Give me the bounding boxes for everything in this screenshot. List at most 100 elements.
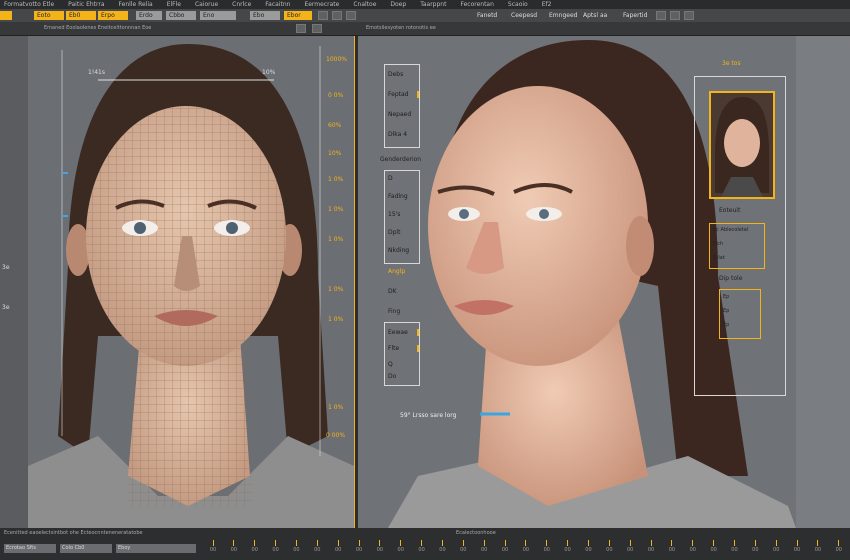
timeline-tick[interactable]: 00 bbox=[227, 540, 241, 560]
thumb-item-1[interactable]: Flch bbox=[713, 241, 723, 247]
maximize-icon[interactable] bbox=[312, 24, 322, 33]
panel-c-item-2[interactable]: Q bbox=[385, 361, 419, 368]
timeline-tick[interactable]: 00 bbox=[748, 540, 762, 560]
panel-a-item-3[interactable]: Dlka 4 bbox=[385, 131, 419, 138]
menu-item-9[interactable]: Doep bbox=[390, 0, 406, 9]
timeline-tick[interactable]: 00 bbox=[561, 540, 575, 560]
aspect-item-1[interactable]: Fing bbox=[388, 308, 400, 315]
timeline-tick[interactable]: 00 bbox=[477, 540, 491, 560]
timeline-tick[interactable]: 00 bbox=[331, 540, 345, 560]
panel-b-item-0[interactable]: D bbox=[385, 175, 419, 182]
timeline-ticks[interactable]: 00 00 00 00 00 00 00 00 00 00 00 00 00 00 00 00 00 00 00 00… bbox=[206, 540, 846, 560]
menu-item-2[interactable]: Fenlle Relia bbox=[119, 0, 153, 9]
timeline-tick[interactable]: 00 bbox=[289, 540, 303, 560]
timeline-tick[interactable]: 00 bbox=[435, 540, 449, 560]
timeline-tick[interactable]: 00 bbox=[832, 540, 846, 560]
timeline-tick[interactable]: 00 bbox=[686, 540, 700, 560]
timeline-tick[interactable]: 00 bbox=[248, 540, 262, 560]
timeline-tick[interactable]: 00 bbox=[352, 540, 366, 560]
toolbar-label-0[interactable]: Fanetd bbox=[474, 11, 500, 20]
toolbar-label-4[interactable]: Fapertid bbox=[620, 11, 650, 20]
monitor-icon[interactable] bbox=[656, 11, 666, 20]
reference-thumbnail[interactable] bbox=[709, 91, 775, 199]
timeline-tick[interactable]: 00 bbox=[665, 540, 679, 560]
menu-item-10[interactable]: Taarppnt bbox=[420, 0, 446, 9]
toolbar-button-8[interactable]: Ebor bbox=[284, 11, 312, 20]
panel-c-item-0[interactable]: Eewae bbox=[385, 329, 419, 336]
menu-item-1[interactable]: Paitic Ehtrra bbox=[68, 0, 104, 9]
morph-item-1[interactable]: Ep bbox=[723, 308, 729, 314]
render-viewport[interactable]: Debs Feptad Nepaed Dlka 4 Genderderion D… bbox=[358, 36, 796, 528]
timeline-tick[interactable]: 00 bbox=[269, 540, 283, 560]
grid-icon[interactable] bbox=[318, 11, 328, 20]
timeline-tick[interactable]: 00 bbox=[206, 540, 220, 560]
wireframe-viewport[interactable]: 1!41s 10% 1000% 0 0% 60% 10% 1 0% 1 0% 1… bbox=[28, 36, 354, 528]
menu-item-5[interactable]: Cnrlce bbox=[232, 0, 251, 9]
layout-icon[interactable] bbox=[670, 11, 680, 20]
panel-a-item-1[interactable]: Feptad bbox=[385, 91, 419, 98]
toolbar-button-2[interactable]: Eb0 bbox=[66, 11, 96, 20]
menu-item-11[interactable]: Fecorentan bbox=[460, 0, 493, 9]
timeline-tick[interactable]: 00 bbox=[769, 540, 783, 560]
tick-mark bbox=[796, 540, 798, 546]
timeline-item-0[interactable]: Ecrotao Sfts bbox=[4, 544, 56, 553]
timeline-tick[interactable]: 00 bbox=[727, 540, 741, 560]
panel-a-item-0[interactable]: Debs bbox=[385, 71, 419, 78]
timeline-tick[interactable]: 00 bbox=[415, 540, 429, 560]
morph-item-2[interactable]: Ep bbox=[723, 322, 729, 328]
toolbar-button-0[interactable] bbox=[0, 11, 12, 20]
timeline-tick[interactable]: 00 bbox=[707, 540, 721, 560]
menu-item-7[interactable]: Eermecrate bbox=[304, 0, 339, 9]
toolbar-button-1[interactable]: Eoto bbox=[34, 11, 64, 20]
settings-icon[interactable] bbox=[684, 11, 694, 20]
menu-item-13[interactable]: Ef2 bbox=[542, 0, 552, 9]
toolbar-button-4[interactable]: Erdo bbox=[136, 11, 162, 20]
thumb-item-2[interactable]: Btlat bbox=[713, 255, 725, 261]
thumb-item-0[interactable]: Ec Ablecoletal bbox=[713, 227, 748, 233]
menu-item-4[interactable]: Caiorue bbox=[195, 0, 218, 9]
toolbar-button-5[interactable]: Cbbo bbox=[166, 11, 196, 20]
camera-icon[interactable] bbox=[332, 11, 342, 20]
morph-item-0[interactable]: Ep bbox=[723, 294, 729, 300]
toolbar-label-1[interactable]: Ceepesd bbox=[508, 11, 540, 20]
menu-item-8[interactable]: Cnaltoe bbox=[353, 0, 376, 9]
timeline-tick[interactable]: 00 bbox=[394, 540, 408, 560]
panel-b-item-2[interactable]: 15's bbox=[385, 211, 419, 218]
timeline[interactable]: Ecenitted eaoelectsintbot ohe Ecteocnnte… bbox=[0, 528, 850, 560]
right-top-value: 10% bbox=[262, 69, 276, 76]
timeline-tick[interactable]: 00 bbox=[581, 540, 595, 560]
panel-b-item-1[interactable]: Fadlng bbox=[385, 193, 419, 200]
panel-b-item-4[interactable]: Nkding bbox=[385, 247, 419, 254]
timeline-tick[interactable]: 00 bbox=[602, 540, 616, 560]
timeline-tick[interactable]: 00 bbox=[811, 540, 825, 560]
toolbar-button-7[interactable]: Ebo bbox=[250, 11, 280, 20]
light-icon[interactable] bbox=[346, 11, 356, 20]
menu-item-3[interactable]: ElFle bbox=[167, 0, 181, 9]
timeline-tick[interactable]: 00 bbox=[310, 540, 324, 560]
aspect-item-0[interactable]: DK bbox=[388, 288, 397, 295]
toolbar-label-2[interactable]: Emngeed bbox=[546, 11, 580, 20]
menu-item-0[interactable]: Formatvotto Etle bbox=[4, 0, 54, 9]
timeline-tick[interactable]: 00 bbox=[498, 540, 512, 560]
timeline-tick[interactable]: 00 bbox=[790, 540, 804, 560]
tick-label: 00 bbox=[418, 547, 425, 553]
timeline-item-1[interactable]: Colo Cb0 bbox=[60, 544, 112, 553]
panel-b-item-3[interactable]: Dplt bbox=[385, 229, 419, 236]
toolbar-button-6[interactable]: Eno bbox=[200, 11, 236, 20]
timeline-tick[interactable]: 00 bbox=[623, 540, 637, 560]
timeline-item-2[interactable]: Eboy bbox=[116, 544, 196, 553]
menu-item-6[interactable]: Facaitnn bbox=[265, 0, 290, 9]
timeline-tick[interactable]: 00 bbox=[456, 540, 470, 560]
panel-c-item-3[interactable]: Do bbox=[385, 373, 419, 380]
panel-a-item-2[interactable]: Nepaed bbox=[385, 111, 419, 118]
timeline-tick[interactable]: 00 bbox=[373, 540, 387, 560]
toolbar-button-3[interactable]: Erpo bbox=[98, 11, 128, 20]
panel-c-item-1[interactable]: Flte bbox=[385, 345, 419, 352]
toolbar-label-3[interactable]: Aptsl aa bbox=[580, 11, 610, 20]
timeline-tick[interactable]: 00 bbox=[519, 540, 533, 560]
tick-label: 00 bbox=[710, 547, 717, 553]
timeline-tick[interactable]: 00 bbox=[644, 540, 658, 560]
menu-item-12[interactable]: Scaoio bbox=[508, 0, 528, 9]
timeline-tick[interactable]: 00 bbox=[540, 540, 554, 560]
expand-icon[interactable] bbox=[296, 24, 306, 33]
